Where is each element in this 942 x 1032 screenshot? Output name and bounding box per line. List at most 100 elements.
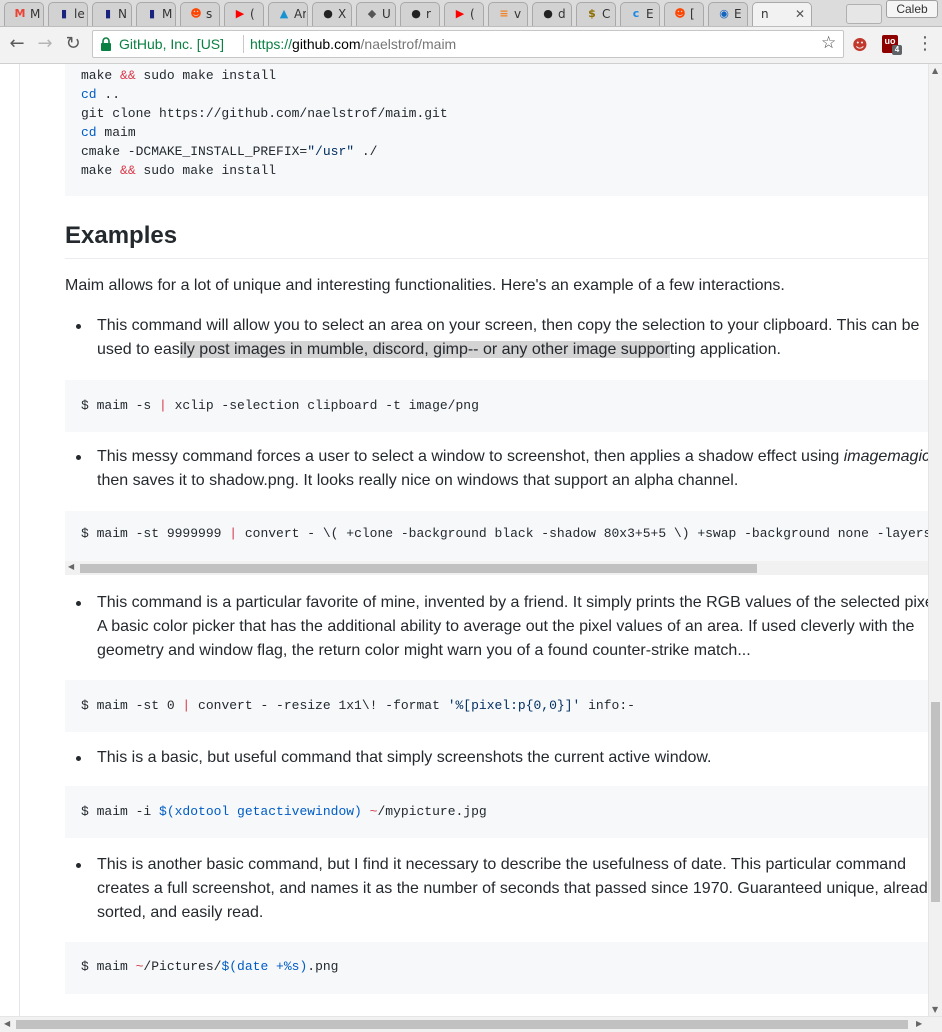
reddit-extension-icon[interactable]: ☻ [850, 35, 870, 55]
page-hscroll-thumb[interactable] [16, 1020, 908, 1029]
browser-tab[interactable]: ▶( [444, 2, 484, 26]
bullet3-line3: geometry and window flag, the return col… [97, 642, 751, 659]
browser-tab[interactable]: ● r [400, 2, 440, 26]
code-token: make [81, 68, 121, 83]
reload-icon[interactable]: ↻ [62, 33, 84, 55]
browser-tab[interactable]: ● X [312, 2, 352, 26]
bullet2-emphasis: imagemagick [843, 448, 928, 465]
code-horizontal-scrollbar[interactable]: ◀ [65, 561, 928, 575]
code-token: $ maim -st 0 [81, 698, 183, 713]
url-text[interactable]: https://github.com/naelstrof/maim [250, 36, 456, 52]
list-item: This is another basic command, but I fin… [76, 853, 928, 925]
new-tab-button[interactable] [846, 4, 882, 24]
bullet2-text: This messy command forces a user to sele… [97, 448, 844, 465]
code-block-shadow: $ maim -st 9999999 | convert - \( +clone… [65, 511, 928, 563]
url-scheme: https:// [250, 36, 293, 52]
bullet2-line1: This messy command forces a user to sele… [97, 445, 928, 469]
browser-tab[interactable]: ◉ E [708, 2, 748, 26]
code-token: xclip -selection clipboard -t image/png [166, 398, 479, 413]
code-line: $ maim -i $(xdotool getactivewindow) ~/m… [81, 804, 487, 819]
browser-tab[interactable]: $ C [576, 2, 616, 26]
bullet3-line2: A basic color picker that has the additi… [97, 618, 915, 635]
code-token: cd [81, 125, 97, 140]
code-token: "/usr" [307, 144, 355, 159]
browser-tab[interactable]: ▮ M [136, 2, 176, 26]
code-token: .png [307, 959, 339, 974]
browser-menu-icon[interactable]: ⋮ [916, 33, 934, 54]
code-line: cmake -DCMAKE_INSTALL_PREFIX="/usr" ./ [81, 142, 928, 161]
close-tab-icon[interactable]: ✕ [795, 7, 805, 21]
code-token: sudo make install [135, 68, 277, 83]
code-block-date: $ maim ~/Pictures/$(date +%s).png [65, 942, 928, 994]
github-icon: ● [411, 7, 421, 20]
tab-title: E [734, 7, 742, 21]
page-scroll-thumb[interactable] [931, 702, 940, 902]
forward-arrow-icon[interactable]: → [34, 33, 56, 55]
bullet3-line1: This command is a particular favorite of… [97, 594, 928, 611]
page-horizontal-scrollbar[interactable]: ◀ ▶ [0, 1016, 942, 1032]
tab-title: v [514, 7, 522, 21]
tab-title: E [646, 7, 654, 21]
code-line: $ maim ~/Pictures/$(date +%s).png [81, 959, 338, 974]
bullet1-text-pre: used to eas [97, 341, 180, 358]
scroll-down-icon[interactable]: ▼ [932, 1005, 938, 1014]
address-bar[interactable]: GitHub, Inc. [US] https://github.com/nae… [92, 30, 844, 58]
code-line: $ maim -s | xclip -selection clipboard -… [81, 398, 479, 413]
browser-tab[interactable]: ◆ U [356, 2, 396, 26]
tab-title: U [382, 7, 391, 21]
scroll-left-icon[interactable]: ◀ [68, 562, 74, 571]
code-token: /Pictures/ [143, 959, 222, 974]
tab-title: n [761, 7, 769, 21]
tab-title: Ar [294, 7, 306, 21]
code-line: cd maim [81, 123, 928, 142]
browser-tab[interactable]: ≡ v [488, 2, 528, 26]
bullet5-line1: This is another basic command, but I fin… [97, 856, 906, 873]
code-line: git clone https://github.com/naelstrof/m… [81, 104, 928, 123]
bullet-dot [76, 324, 81, 329]
code-line: make && sudo make install [81, 66, 928, 85]
code-token: sudo make install [135, 163, 277, 178]
github-icon: ● [323, 7, 333, 20]
dollar-icon: $ [588, 7, 596, 20]
bullet1-line2: used to easily post images in mumble, di… [97, 338, 919, 362]
browser-tab[interactable]: ☻[ [664, 2, 704, 26]
browser-tab[interactable]: cE [620, 2, 660, 26]
code-scroll-thumb[interactable] [80, 564, 757, 573]
url-host: github.com [292, 36, 361, 52]
code-token: convert - -resize 1x1\! -format [190, 698, 448, 713]
code-block-clipboard: $ maim -s | xclip -selection clipboard -… [65, 380, 928, 432]
tab-title: [ [690, 7, 695, 21]
page-scroll-left-icon[interactable]: ◀ [4, 1019, 10, 1028]
tab-title: X [338, 7, 347, 21]
tab-title: N [118, 7, 127, 21]
bullet-dot [76, 455, 81, 460]
page-vertical-scrollbar[interactable]: ▲ ▼ [928, 64, 942, 1016]
browser-tab[interactable]: ▮ N [92, 2, 132, 26]
browser-tab[interactable]: n ✕ [752, 2, 812, 26]
browser-tab[interactable]: ☻ s [180, 2, 220, 26]
gmail-icon: M [14, 7, 26, 20]
code-token: $ maim -st 9999999 [81, 526, 230, 541]
page-scroll-right-icon[interactable]: ▶ [916, 1019, 922, 1028]
flag-icon: ▮ [60, 7, 68, 20]
examples-intro: Maim allows for a lot of unique and inte… [65, 277, 785, 294]
list-item: This is a basic, but useful command that… [76, 746, 712, 770]
browser-tab[interactable]: ▲ Ar [268, 2, 308, 26]
ublock-extension-icon[interactable]: uo 4 [882, 35, 902, 55]
bullet2-line2: then saves it to shadow.png. It looks re… [97, 472, 739, 489]
browser-tab[interactable]: ▶( [224, 2, 264, 26]
browser-tab[interactable]: MM [4, 2, 44, 26]
browser-tab[interactable]: ▮ le [48, 2, 88, 26]
bullet1-line1: This command will allow you to select an… [97, 317, 920, 334]
lock-icon [101, 37, 111, 51]
browser-tab[interactable]: ● d [532, 2, 572, 26]
scroll-up-icon[interactable]: ▲ [932, 66, 938, 75]
profile-button[interactable]: Caleb [886, 0, 938, 18]
code-token: $(date +%s) [221, 959, 308, 974]
secure-origin-label: GitHub, Inc. [US] [119, 36, 225, 52]
code-token: && [120, 68, 136, 83]
bookmark-star-icon[interactable]: ☆ [821, 33, 836, 53]
bullet-dot [76, 601, 81, 606]
back-arrow-icon[interactable]: ← [6, 33, 28, 55]
